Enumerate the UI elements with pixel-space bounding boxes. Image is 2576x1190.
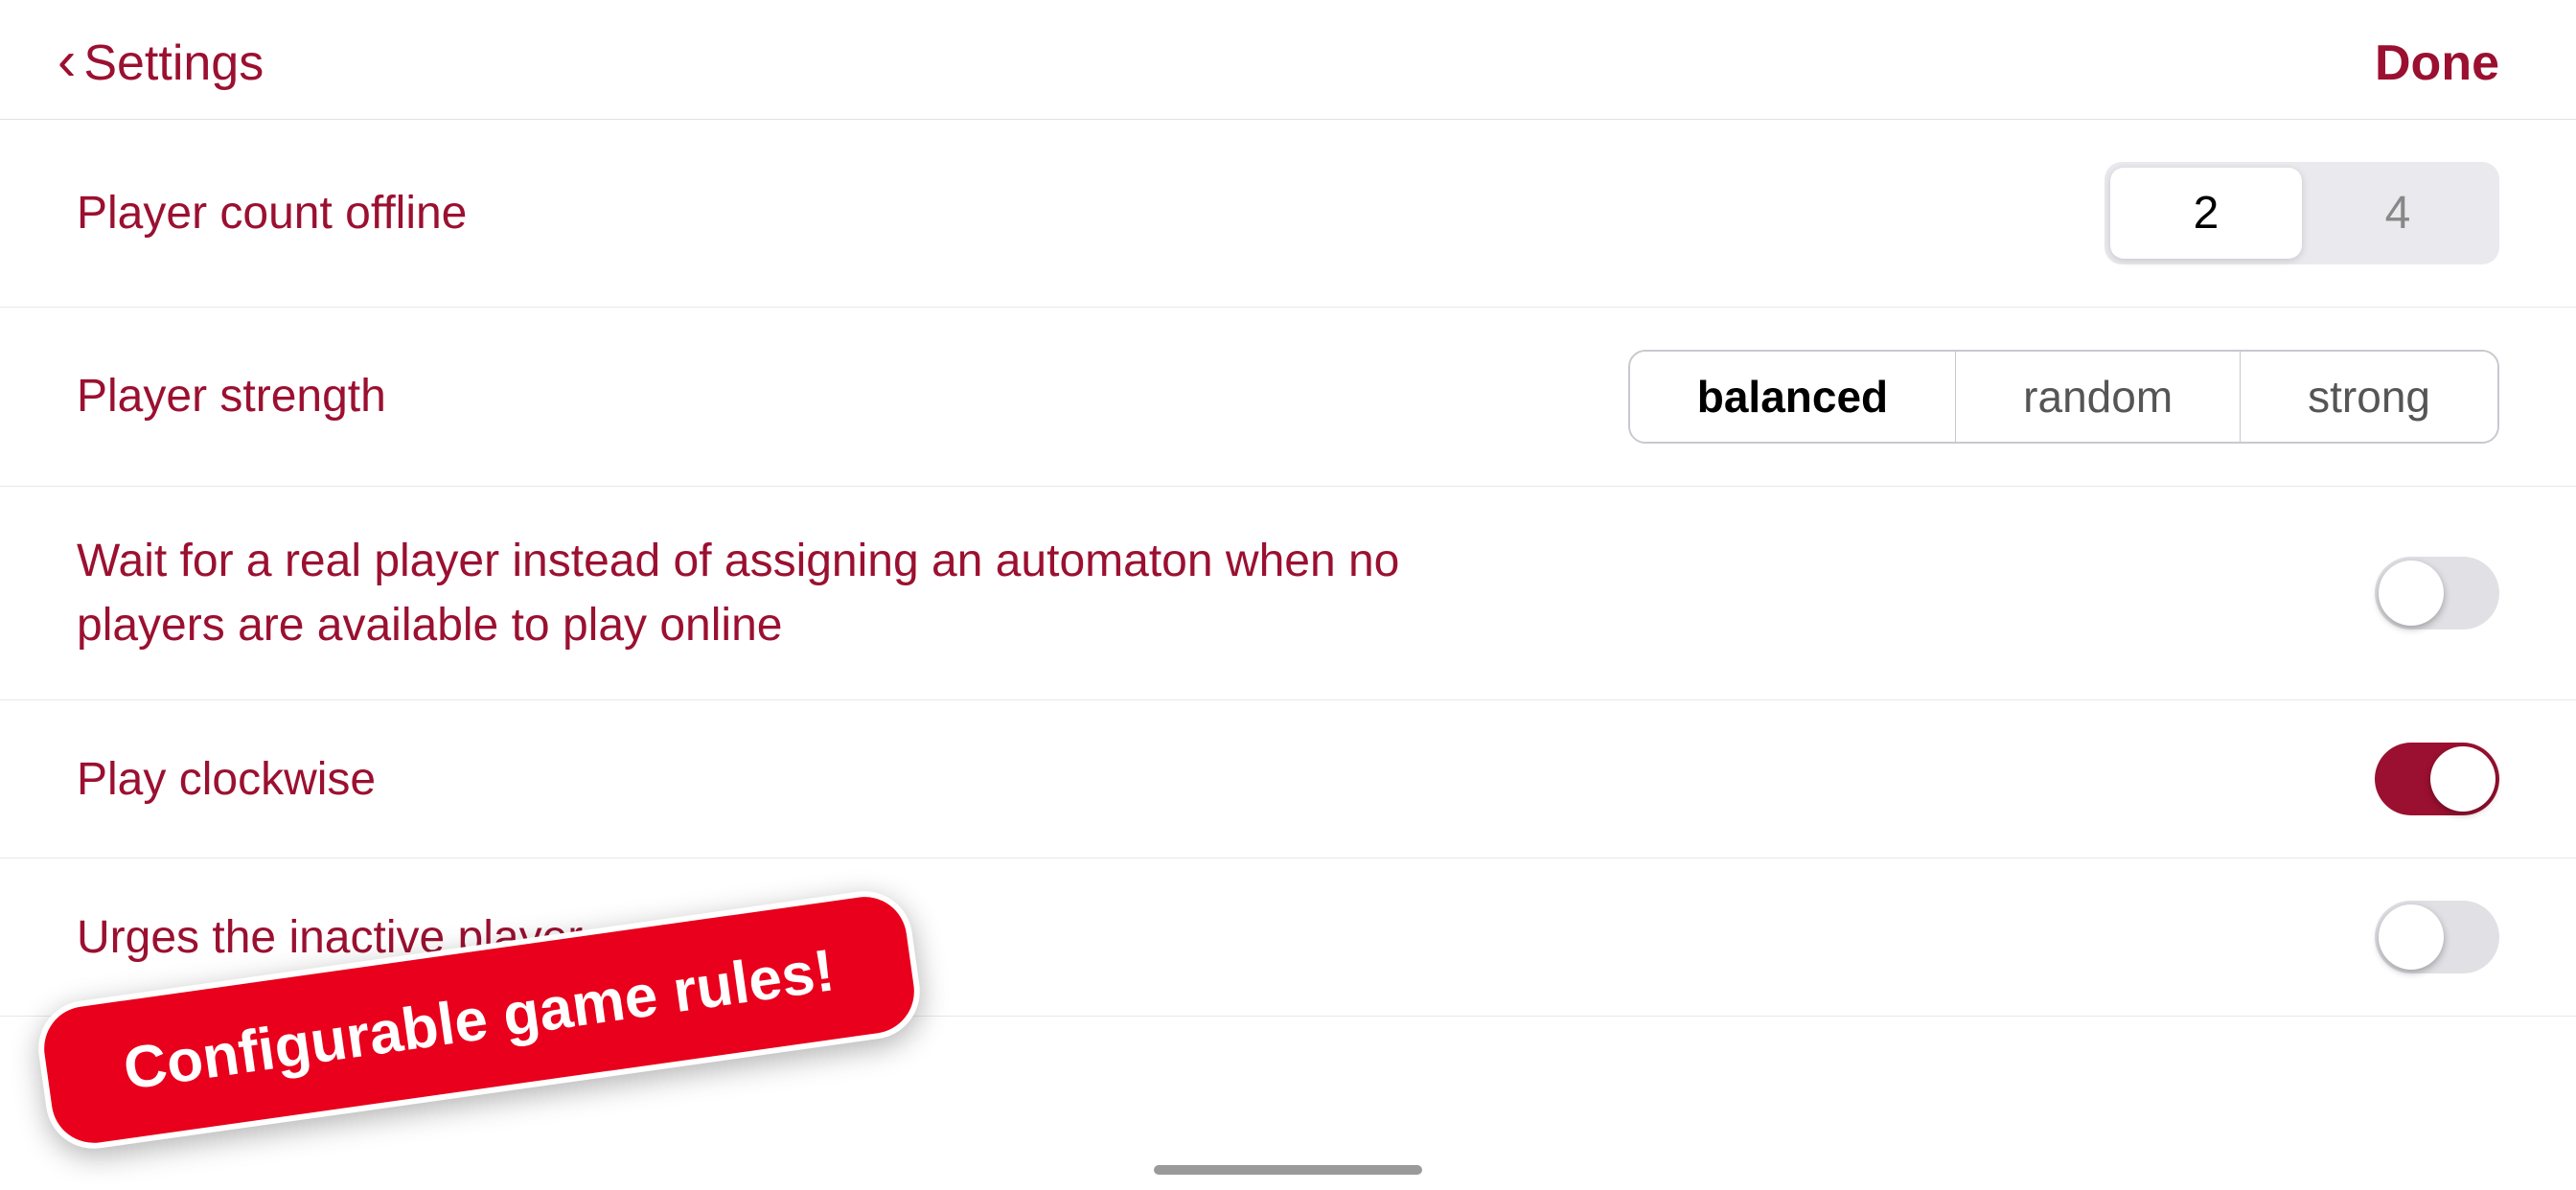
play-clockwise-toggle[interactable] xyxy=(2375,743,2499,815)
settings-page: ‹ Settings Done Player count offline 2 4… xyxy=(0,0,2576,1190)
segment-4[interactable]: 4 xyxy=(2302,168,2494,259)
strength-random[interactable]: random xyxy=(1956,352,2241,442)
wait-real-player-label: Wait for a real player instead of assign… xyxy=(77,529,1418,657)
wait-real-player-toggle[interactable] xyxy=(2375,557,2499,629)
home-indicator xyxy=(1154,1165,1422,1175)
done-button[interactable]: Done xyxy=(2375,34,2499,92)
player-count-row: Player count offline 2 4 xyxy=(0,120,2576,308)
toggle-knob-clockwise xyxy=(2430,746,2496,812)
back-label: Settings xyxy=(83,34,264,92)
player-count-label: Player count offline xyxy=(77,181,1418,245)
player-strength-label: Player strength xyxy=(77,364,1418,428)
segment-2[interactable]: 2 xyxy=(2110,168,2302,259)
toggle-knob-urges xyxy=(2379,904,2444,970)
player-count-control: 2 4 xyxy=(2104,162,2499,264)
toggle-knob xyxy=(2379,561,2444,626)
play-clockwise-row: Play clockwise xyxy=(0,700,2576,858)
strength-strong[interactable]: strong xyxy=(2241,352,2497,442)
header: ‹ Settings Done xyxy=(0,0,2576,120)
play-clockwise-label: Play clockwise xyxy=(77,747,1418,812)
urges-inactive-toggle[interactable] xyxy=(2375,901,2499,973)
player-strength-row: Player strength balanced random strong xyxy=(0,308,2576,487)
back-button[interactable]: ‹ Settings xyxy=(58,34,264,92)
back-chevron-icon: ‹ xyxy=(58,34,76,89)
strength-balanced[interactable]: balanced xyxy=(1630,352,1956,442)
player-strength-control: balanced random strong xyxy=(1628,350,2499,444)
wait-real-player-row: Wait for a real player instead of assign… xyxy=(0,487,2576,700)
